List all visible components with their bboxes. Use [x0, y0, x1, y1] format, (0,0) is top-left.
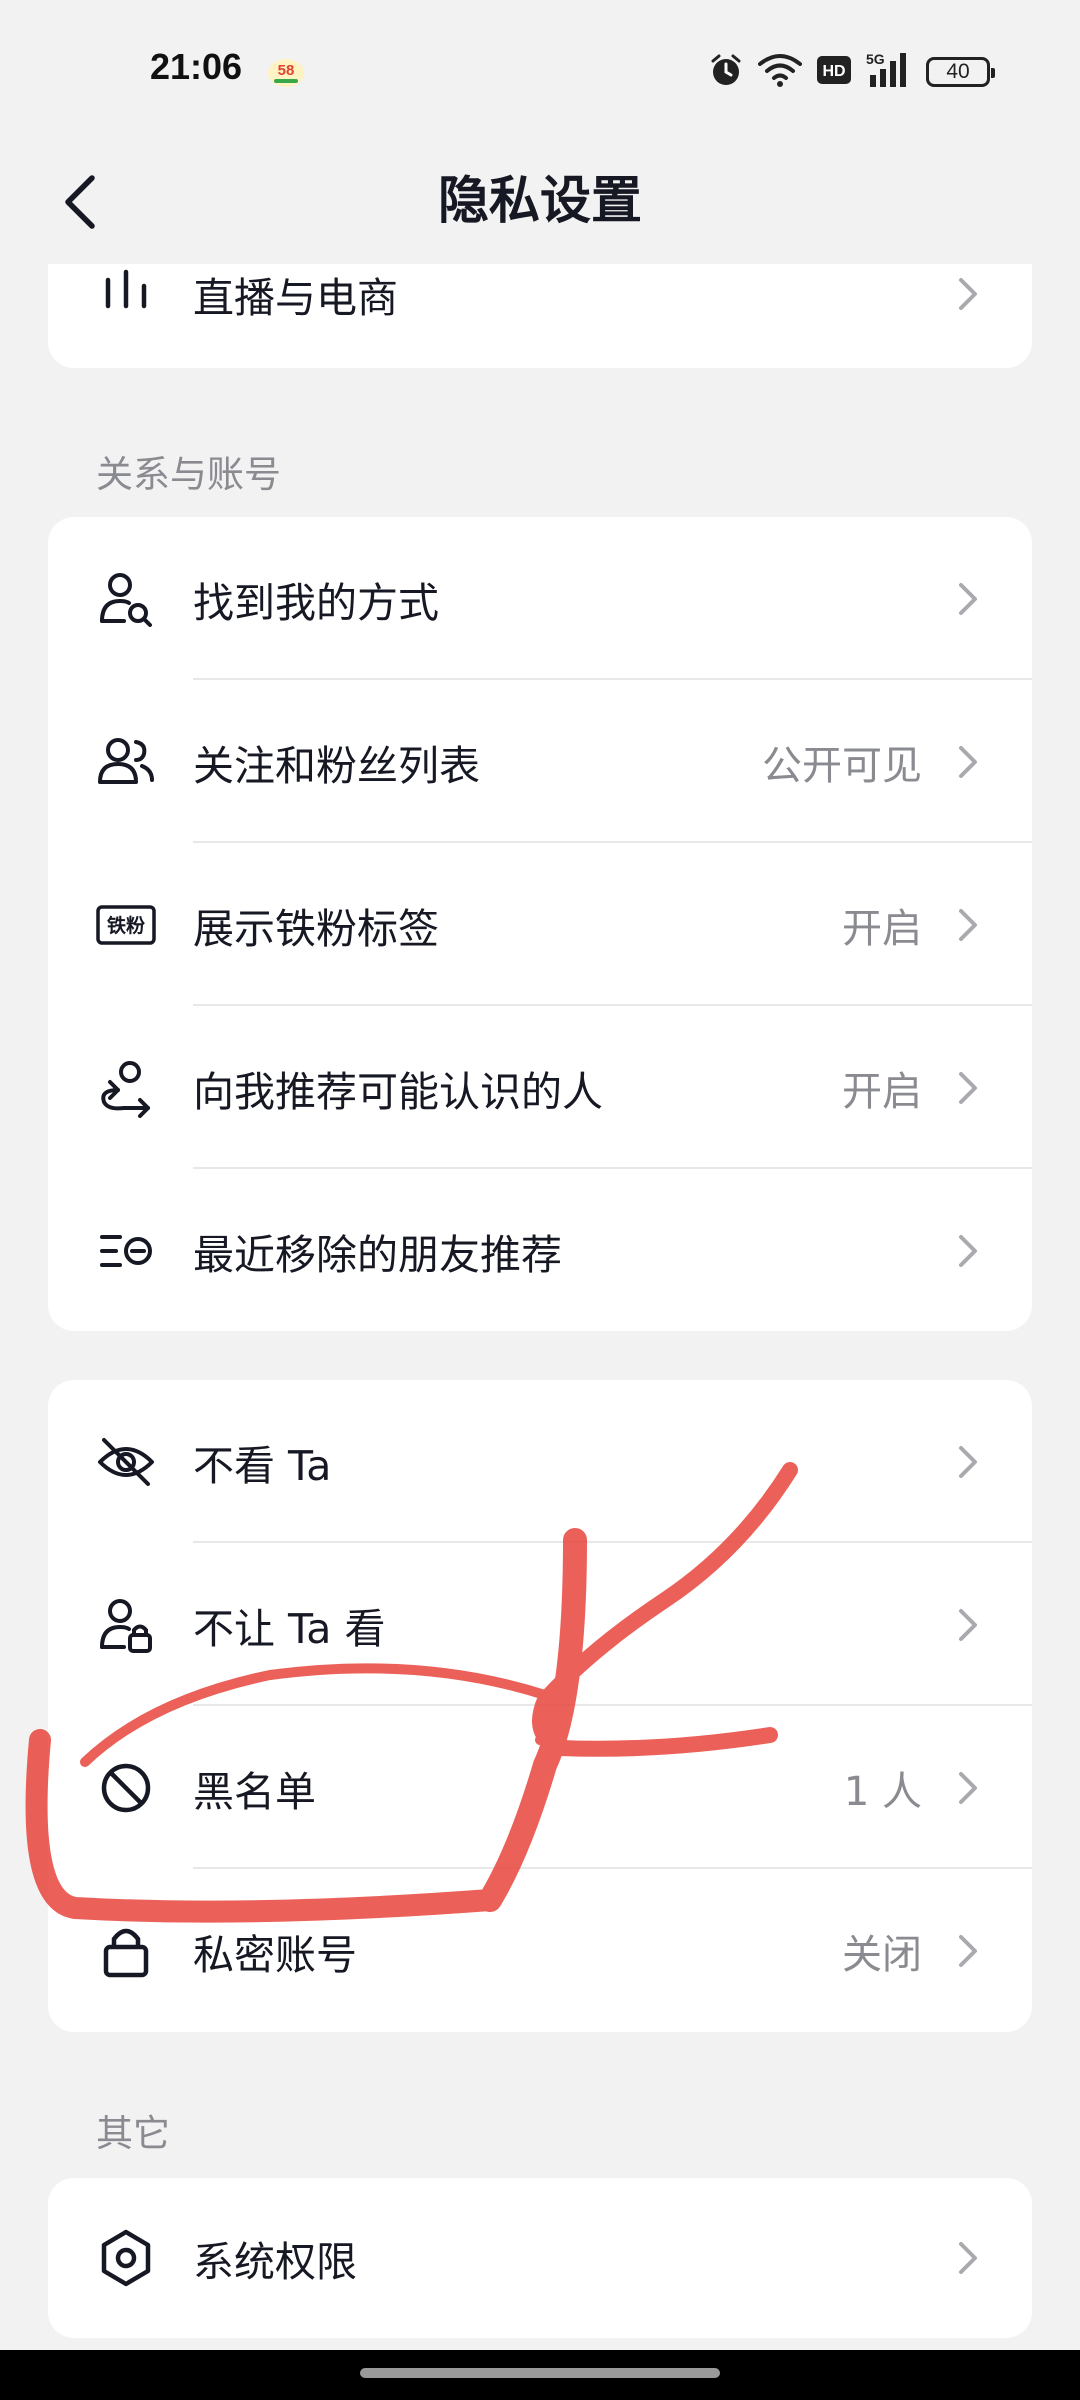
removed-list-icon: [96, 1221, 156, 1281]
chevron-right-icon: [959, 1771, 977, 1804]
settings-row-value: 开启: [842, 1068, 922, 1115]
settings-row-value: 开启: [842, 905, 922, 952]
status-icons: HD 5G 40: [708, 50, 995, 94]
settings-row-system-permissions[interactable]: 系统权限: [48, 2178, 1032, 2338]
chevron-right-icon: [959, 582, 977, 615]
person-recommend-icon: [96, 1058, 156, 1118]
svg-text:5G: 5G: [866, 51, 885, 67]
settings-row-private-account[interactable]: 私密账号 关闭: [48, 1869, 1032, 2032]
page-title: 隐私设置: [437, 172, 642, 231]
home-indicator[interactable]: [360, 2368, 720, 2378]
settings-row-follow-fans-list[interactable]: 关注和粉丝列表 公开可见: [48, 680, 1032, 843]
chevron-right-icon: [959, 2242, 977, 2274]
signal-icon: 5G: [866, 51, 912, 93]
settings-row-label: 系统权限: [193, 2238, 357, 2286]
chevron-right-icon: [959, 1934, 977, 1967]
other-card: 系统权限: [48, 2178, 1032, 2338]
bar-chart-icon: [96, 264, 156, 324]
hexagon-settings-icon: [96, 2228, 156, 2288]
settings-row-label: 关注和粉丝列表: [193, 741, 480, 790]
settings-row-value: 1 人: [843, 1768, 922, 1815]
settings-row-label: 黑名单: [193, 1767, 316, 1816]
settings-row-removed-recommendations[interactable]: 最近移除的朋友推荐: [48, 1169, 1032, 1331]
settings-row-label: 直播与电商: [193, 274, 398, 322]
status-time: 21:06: [150, 46, 243, 87]
section-title-relations: 关系与账号: [96, 453, 281, 496]
block-icon: [96, 1758, 156, 1818]
battery-level: 40: [946, 60, 970, 83]
settings-row-dont-let-them-see[interactable]: 不让 Ta 看: [48, 1543, 1032, 1706]
settings-row-label: 展示铁粉标签: [193, 904, 439, 953]
people-icon: [96, 732, 156, 792]
section-title-other: 其它: [96, 2112, 170, 2155]
eye-off-icon: [96, 1432, 156, 1492]
navigation-bar: 隐私设置: [0, 140, 1080, 264]
alarm-icon: [708, 52, 744, 92]
chevron-right-icon: [959, 1445, 977, 1478]
svg-text:58: 58: [278, 62, 295, 79]
lock-icon: [96, 1921, 156, 1981]
settings-row-label: 向我推荐可能认识的人: [193, 1067, 603, 1116]
settings-row-dont-see-them[interactable]: 不看 Ta: [48, 1380, 1032, 1543]
block-card: 不看 Ta 不让 Ta 看 黑名单 1 人 私密账号 关闭: [48, 1380, 1032, 2032]
chevron-right-icon: [959, 1071, 977, 1104]
wifi-icon: [758, 52, 802, 92]
settings-row-label: 不让 Ta 看: [193, 1604, 386, 1653]
settings-row-label: 不看 Ta: [193, 1441, 332, 1490]
chevron-right-icon: [959, 908, 977, 941]
chevron-right-icon: [959, 745, 977, 778]
svg-text:HD: HD: [822, 63, 845, 80]
chevron-right-icon: [959, 1608, 977, 1641]
app-badge-icon: 58: [266, 55, 306, 89]
system-navigation-bar: [0, 2350, 1080, 2400]
settings-row-label: 找到我的方式: [193, 578, 439, 627]
iron-fan-badge-icon: 铁粉: [96, 895, 156, 955]
settings-row-blacklist[interactable]: 黑名单 1 人: [48, 1706, 1032, 1869]
settings-row-recommend-people[interactable]: 向我推荐可能认识的人 开启: [48, 1006, 1032, 1169]
chevron-right-icon: [959, 278, 977, 310]
svg-text:铁粉: 铁粉: [107, 914, 145, 937]
settings-row-label: 私密账号: [193, 1930, 357, 1979]
settings-row-live-ecommerce[interactable]: 直播与电商: [48, 264, 1032, 346]
chevron-right-icon: [959, 1234, 977, 1267]
settings-row-value: 公开可见: [762, 742, 922, 789]
relations-card: 找到我的方式 关注和粉丝列表 公开可见 铁粉 展示铁粉标签 开启 向我推荐可能认…: [48, 517, 1032, 1331]
settings-row-value: 关闭: [842, 1931, 922, 1978]
status-bar: 21:06 58 HD 5G 40: [0, 0, 1080, 140]
top-settings-card: 直播与电商: [48, 264, 1032, 368]
person-search-icon: [96, 569, 156, 629]
settings-row-label: 最近移除的朋友推荐: [193, 1230, 562, 1279]
settings-row-iron-fan-label[interactable]: 铁粉 展示铁粉标签 开启: [48, 843, 1032, 1006]
battery-icon: 40: [926, 57, 995, 87]
person-lock-icon: [96, 1595, 156, 1655]
settings-row-find-me[interactable]: 找到我的方式: [48, 517, 1032, 680]
hd-icon: HD: [816, 55, 852, 89]
